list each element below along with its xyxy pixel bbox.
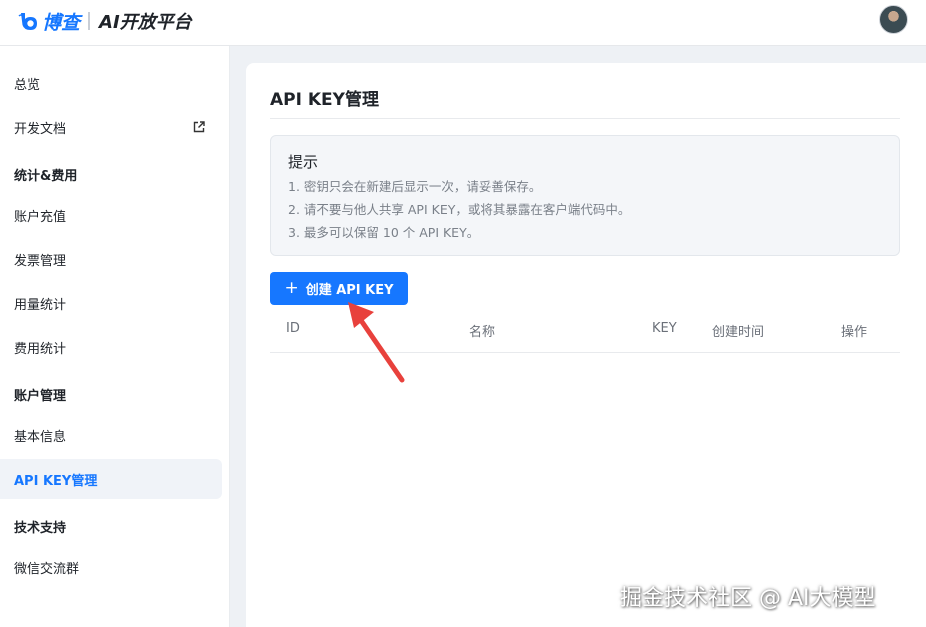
external-link-icon [193,121,205,133]
sidebar-item-label: API KEY管理 [14,473,98,489]
user-avatar[interactable] [879,5,908,34]
sidebar-item-label: 费用统计 [14,341,67,357]
sidebar: 总览 开发文档 统计&费用 账户充值 发票管理 用量统计 费用统计 账户管理 基… [0,46,230,627]
sidebar-group-support: 技术支持 [14,521,67,536]
sidebar-item-usage[interactable]: 用量统计 [0,283,222,323]
sidebar-item-cost[interactable]: 费用统计 [0,327,222,367]
sidebar-item-label: 开发文档 [14,121,67,137]
sidebar-item-label: 账户充值 [14,209,67,225]
logo[interactable]: 博查 AI开放平台 [18,8,192,34]
tip-box: 提示 1. 密钥只会在新建后显示一次，请妥善保存。 2. 请不要与他人共享 AP… [270,135,900,256]
sidebar-item-label: 发票管理 [14,253,67,269]
tip-line: 3. 最多可以保留 10 个 API KEY。 [288,225,480,240]
column-header-key: KEY [652,321,677,336]
tip-line: 2. 请不要与他人共享 API KEY，或将其暴露在客户端代码中。 [288,202,631,217]
create-api-key-label: 创建 API KEY [305,283,394,298]
page-title: API KEY管理 [270,90,379,110]
sidebar-group-stats: 统计&费用 [14,169,78,184]
sidebar-item-docs[interactable]: 开发文档 [0,107,222,147]
sidebar-item-label: 用量统计 [14,297,67,313]
sidebar-item-wechat-group[interactable]: 微信交流群 [0,547,222,587]
title-divider [270,118,900,119]
product-name: AI开放平台 [99,12,192,33]
sidebar-item-label: 微信交流群 [14,561,80,577]
sidebar-item-recharge[interactable]: 账户充值 [0,195,222,235]
sidebar-item-invoice[interactable]: 发票管理 [0,239,222,279]
top-bar: 博查 AI开放平台 [0,0,926,46]
column-header-actions: 操作 [841,325,868,340]
watermark: 掘金技术社区 @ AI大模型 [620,586,876,611]
tip-line: 1. 密钥只会在新建后显示一次，请妥善保存。 [288,179,542,194]
sidebar-item-overview[interactable]: 总览 [0,63,222,103]
tip-title: 提示 [288,153,319,171]
sidebar-item-basic-info[interactable]: 基本信息 [0,415,222,455]
sidebar-group-account: 账户管理 [14,389,67,404]
brand-name: 博查 [42,11,81,34]
column-header-name: 名称 [469,325,496,340]
logo-icon [18,13,37,30]
logo-divider [88,12,91,30]
sidebar-item-api-key[interactable]: API KEY管理 [0,459,222,499]
sidebar-item-label: 基本信息 [14,429,67,445]
column-header-id: ID [286,321,300,336]
annotation-arrow-icon [348,302,405,383]
column-header-created-time: 创建时间 [712,325,765,340]
plus-icon: + [284,278,299,298]
sidebar-item-label: 总览 [14,77,41,93]
